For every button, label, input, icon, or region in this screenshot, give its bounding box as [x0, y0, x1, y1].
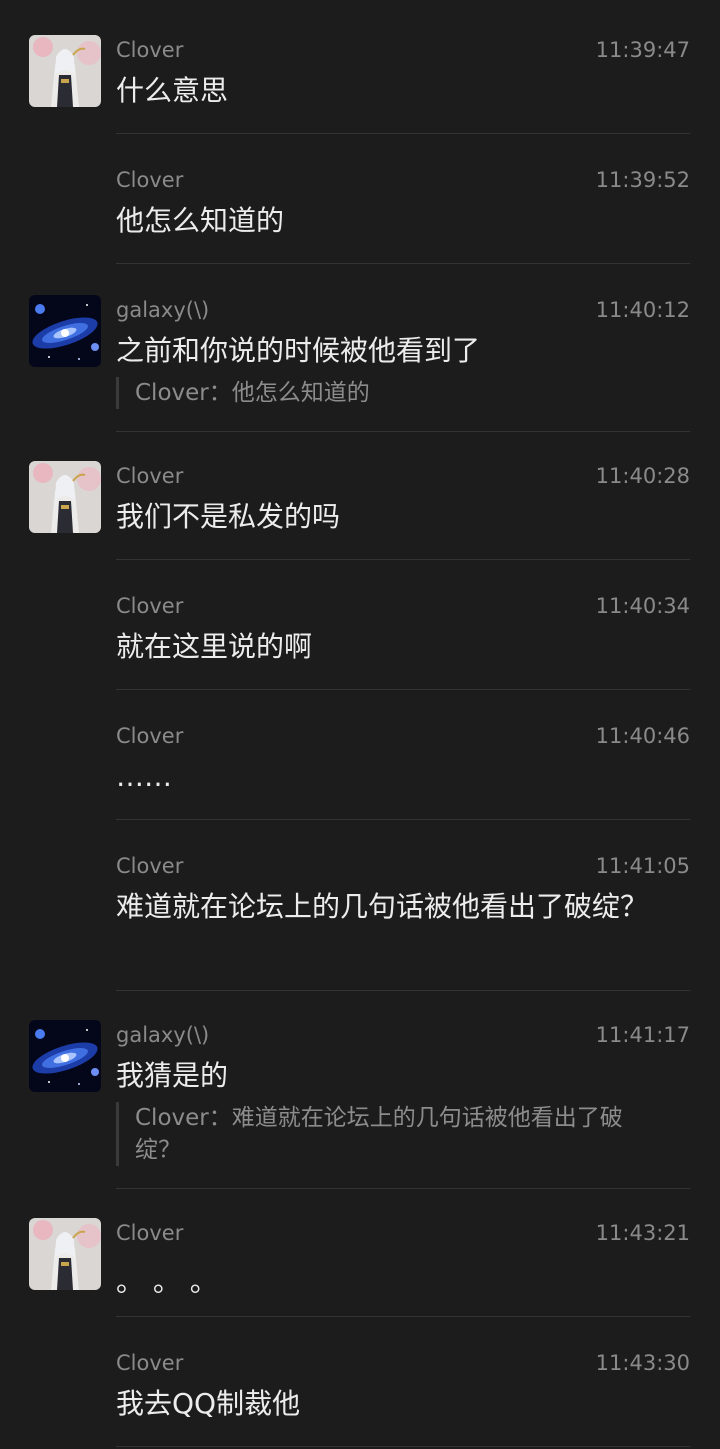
- clover-avatar[interactable]: [29, 35, 101, 107]
- sender-name[interactable]: galaxy(\): [116, 1023, 209, 1047]
- message-time: 11:40:46: [595, 724, 690, 748]
- message-text[interactable]: 我去QQ制裁他: [116, 1384, 676, 1424]
- clover-avatar[interactable]: [29, 1218, 101, 1290]
- message-text[interactable]: 就在这里说的啊: [116, 627, 676, 667]
- divider: [116, 559, 690, 560]
- sender-name[interactable]: Clover: [116, 594, 183, 618]
- divider: [116, 133, 690, 134]
- message-time: 11:41:05: [595, 854, 690, 878]
- galaxy-avatar[interactable]: [29, 1020, 101, 1092]
- quoted-reply[interactable]: Clover：难道就在论坛上的几句话被他看出了破绽？: [116, 1102, 666, 1166]
- divider: [116, 1446, 690, 1447]
- galaxy-avatar[interactable]: [29, 295, 101, 367]
- divider: [116, 1316, 690, 1317]
- sender-name[interactable]: Clover: [116, 724, 183, 748]
- divider: [116, 431, 690, 432]
- message-time: 11:39:47: [595, 38, 690, 62]
- message-text[interactable]: 什么意思: [116, 71, 676, 111]
- message-time: 11:43:30: [595, 1351, 690, 1375]
- sender-name[interactable]: galaxy(\): [116, 298, 209, 322]
- sender-name[interactable]: Clover: [116, 38, 183, 62]
- message-time: 11:41:17: [595, 1023, 690, 1047]
- sender-name[interactable]: Clover: [116, 464, 183, 488]
- divider: [116, 689, 690, 690]
- message-text[interactable]: 之前和你说的时候被他看到了: [116, 331, 676, 371]
- sender-name[interactable]: Clover: [116, 168, 183, 192]
- quoted-reply[interactable]: Clover：他怎么知道的: [116, 377, 676, 409]
- message-text[interactable]: ……: [116, 757, 676, 797]
- message-time: 11:40:12: [595, 298, 690, 322]
- divider: [116, 990, 690, 991]
- divider: [116, 263, 690, 264]
- message-time: 11:40:34: [595, 594, 690, 618]
- message-time: 11:40:28: [595, 464, 690, 488]
- sender-name[interactable]: Clover: [116, 1351, 183, 1375]
- divider: [116, 1188, 690, 1189]
- sender-name[interactable]: Clover: [116, 1221, 183, 1245]
- message-text[interactable]: 我们不是私发的吗: [116, 497, 676, 537]
- clover-avatar[interactable]: [29, 461, 101, 533]
- message-text[interactable]: 。 。 。: [116, 1262, 676, 1302]
- message-text[interactable]: 我猜是的: [116, 1056, 676, 1096]
- sender-name[interactable]: Clover: [116, 854, 183, 878]
- message-text[interactable]: 他怎么知道的: [116, 201, 676, 241]
- message-text[interactable]: 难道就在论坛上的几句话被他看出了破绽？: [116, 887, 656, 927]
- message-time: 11:39:52: [595, 168, 690, 192]
- divider: [116, 819, 690, 820]
- chat-message-list[interactable]: Clover 11:39:47 什么意思 Clover 11:39:52 他怎么…: [0, 0, 720, 1449]
- message-time: 11:43:21: [595, 1221, 690, 1245]
